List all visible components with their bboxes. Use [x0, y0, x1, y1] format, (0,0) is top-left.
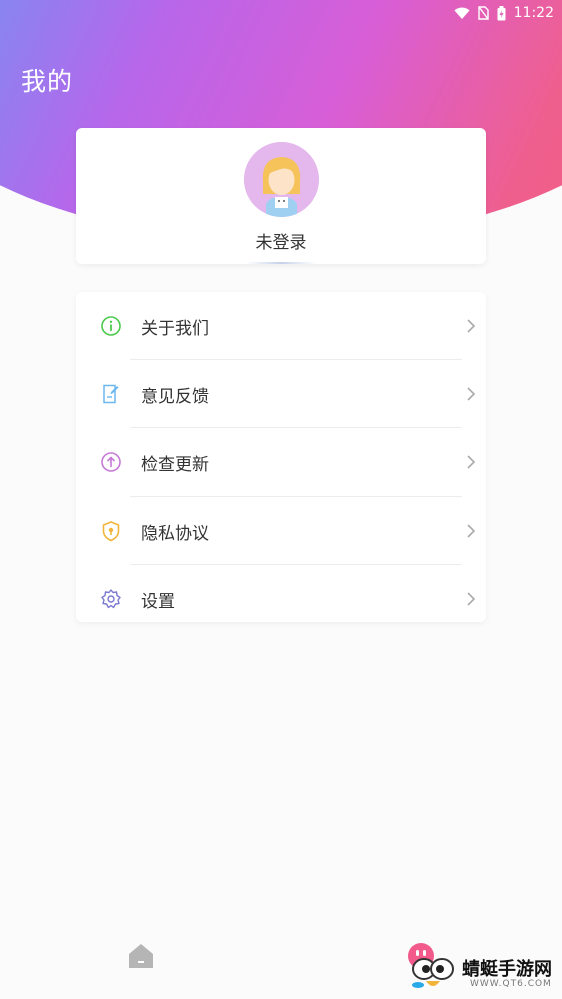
info-icon	[100, 315, 122, 337]
dragonfly-logo-icon	[412, 958, 454, 988]
menu-item-feedback[interactable]: 意见反馈	[76, 360, 486, 428]
menu-item-label: 关于我们	[141, 318, 209, 339]
girl-avatar-icon[interactable]	[244, 142, 319, 217]
menu-item-label: 设置	[141, 591, 175, 612]
profile-card[interactable]: 未登录	[76, 128, 486, 264]
menu-item-label: 检查更新	[141, 454, 209, 475]
feedback-edit-icon	[100, 383, 122, 405]
home-icon[interactable]	[128, 943, 154, 969]
gear-icon	[100, 588, 122, 610]
watermark-subtext: WWW.QT6.COM	[470, 979, 552, 989]
shield-icon	[100, 520, 122, 542]
menu-card: 关于我们 意见反馈 检查更新 隐私协议 设置	[76, 292, 486, 622]
card-underline-divider	[246, 262, 316, 264]
menu-item-privacy[interactable]: 隐私协议	[76, 497, 486, 565]
no-sim-icon	[477, 6, 489, 20]
watermark-text: 蜻蜓手游网	[462, 959, 552, 980]
chevron-right-icon	[464, 522, 478, 540]
login-status-label[interactable]: 未登录	[76, 228, 486, 253]
menu-item-label: 隐私协议	[141, 523, 209, 544]
mine-screen: 11:22 我的 未登录 关于我们 意见反馈 检查更新 隐私协议 设置 蜻蜓手游…	[0, 0, 562, 999]
battery-charging-icon	[497, 5, 506, 21]
chevron-right-icon	[464, 317, 478, 335]
status-time: 11:22	[513, 5, 554, 21]
page-title: 我的	[21, 67, 74, 96]
wifi-icon	[454, 7, 470, 20]
watermark-logo: 蜻蜓手游网 WWW.QT6.COM	[410, 951, 558, 995]
chevron-right-icon	[464, 453, 478, 471]
chevron-right-icon	[464, 590, 478, 608]
menu-item-check-update[interactable]: 检查更新	[76, 428, 486, 496]
menu-item-about[interactable]: 关于我们	[76, 292, 486, 360]
menu-item-label: 意见反馈	[141, 386, 209, 407]
status-bar: 11:22	[0, 0, 562, 26]
upload-arrow-icon	[100, 451, 122, 473]
chevron-right-icon	[464, 385, 478, 403]
menu-item-settings[interactable]: 设置	[76, 565, 486, 633]
